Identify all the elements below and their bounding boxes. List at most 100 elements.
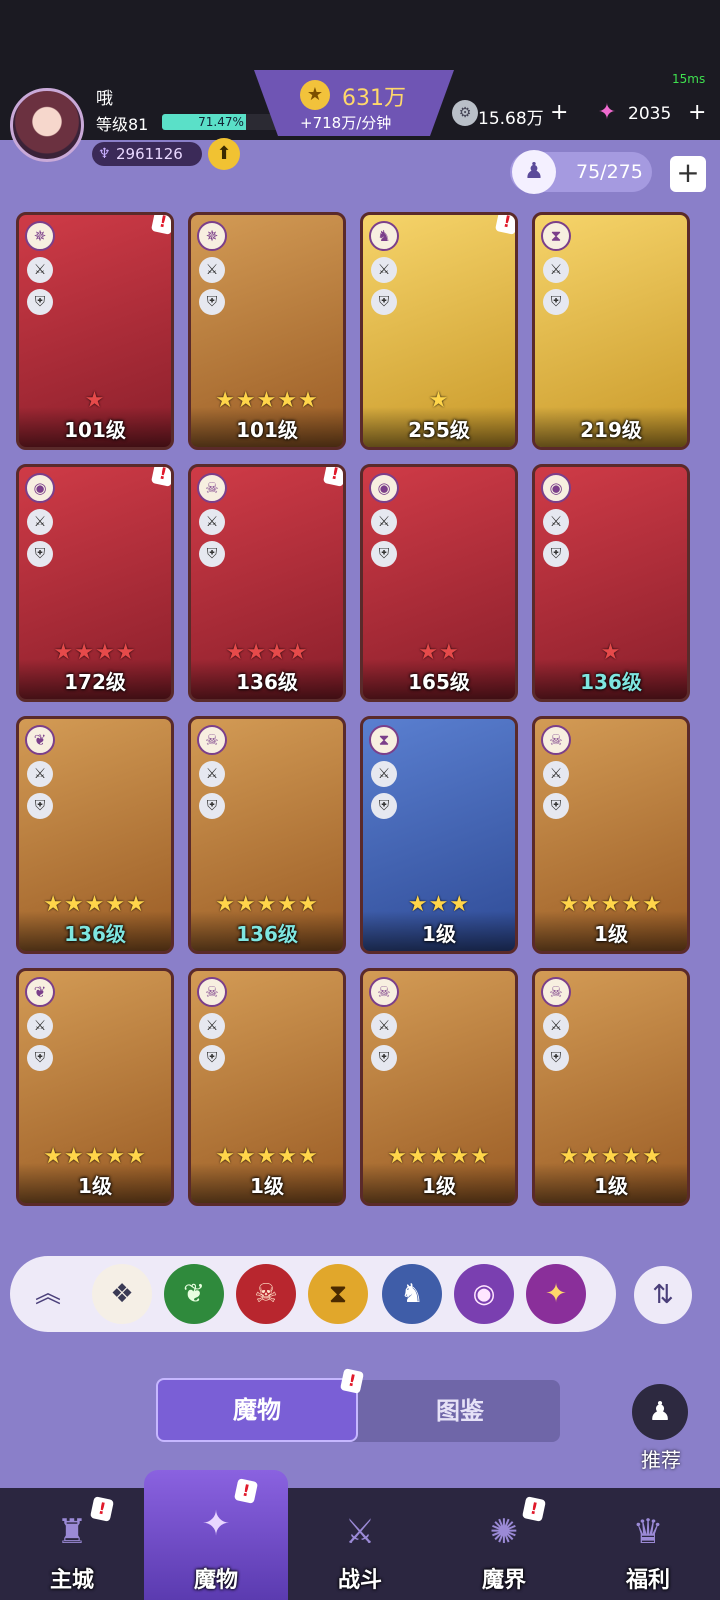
nav-demon-realm[interactable]: ✺ 魔界! — [432, 1488, 576, 1600]
exp-percent: 71.47% — [198, 115, 244, 129]
tab-monsters[interactable]: 魔物 — [156, 1378, 358, 1442]
level-up-button[interactable]: ⬆ — [208, 138, 240, 170]
sword-icon: ⚔ — [199, 257, 225, 283]
avatar[interactable] — [10, 88, 84, 162]
gem-icon: ✦ — [597, 100, 617, 125]
collapse-button[interactable]: ︽ — [18, 1264, 78, 1324]
nav-welfare[interactable]: ♛ 福利 — [576, 1488, 720, 1600]
capacity-add-button[interactable]: + — [670, 156, 706, 192]
gold-rate: +718万/分钟 — [300, 114, 392, 132]
star-filter-icon[interactable]: ✦ — [526, 1264, 586, 1324]
monster-card[interactable]: ☠ ⚔ ⛨ ★★★★ 136级! — [188, 464, 346, 702]
recommend-label: 推荐 — [641, 1448, 681, 1472]
sword-icon: ⚔ — [543, 1013, 569, 1039]
monster-level: 172级 — [64, 670, 126, 694]
alert-badge: ! — [150, 467, 171, 487]
shield-icon: ⛨ — [27, 793, 53, 819]
faction-icon: ☠ — [369, 977, 399, 1007]
faction-icon: ♞ — [369, 221, 399, 251]
faction-icon: ☠ — [197, 977, 227, 1007]
star-rating: ★★★★★ — [215, 892, 319, 917]
shield-icon: ⛨ — [543, 289, 569, 315]
demon-filter-icon[interactable]: ☠ — [236, 1264, 296, 1324]
nav-monsters[interactable]: ✦ 魔物! — [144, 1470, 288, 1600]
nature-filter-icon[interactable]: ❦ — [164, 1264, 224, 1324]
star-rating: ★★★★★ — [387, 1144, 491, 1169]
sword-icon: ⚔ — [27, 761, 53, 787]
currency2-add-button[interactable]: + — [688, 100, 706, 125]
shield-icon: ⛨ — [371, 793, 397, 819]
monster-level: 101级 — [64, 418, 126, 442]
nav-label: 魔物 — [193, 1568, 238, 1593]
monster-card[interactable]: ✵ ⚔ ⛨ ★★★★★ 101级 — [188, 212, 346, 450]
shield-icon: ⛨ — [199, 793, 225, 819]
monsters-icon: ✦ — [201, 1504, 231, 1544]
nav-label: 主城 — [49, 1568, 94, 1593]
currency1-add-button[interactable]: + — [550, 100, 568, 125]
faction-icon: ❦ — [25, 977, 55, 1007]
monster-card[interactable]: ◉ ⚔ ⛨ ★★★★ 172级! — [16, 464, 174, 702]
shield-icon: ⛨ — [27, 1045, 53, 1071]
shield-icon: ⛨ — [371, 541, 397, 567]
monster-card[interactable]: ♞ ⚔ ⛨ ★ 255级! — [360, 212, 518, 450]
nav-main-city[interactable]: ♜ 主城! — [0, 1488, 144, 1600]
faction-icon: ☠ — [197, 473, 227, 503]
player-level: 等级81 — [96, 115, 149, 134]
shield-icon: ⛨ — [543, 1045, 569, 1071]
monster-card[interactable]: ⧗ ⚔ ⛨ 219级 — [532, 212, 690, 450]
faction-icon: ❦ — [25, 725, 55, 755]
star-rating: ★★★★★ — [215, 388, 319, 413]
all-filter-icon[interactable]: ❖ — [92, 1264, 152, 1324]
faction-icon: ◉ — [369, 473, 399, 503]
monster-card[interactable]: ◉ ⚔ ⛨ ★ 136级 — [532, 464, 690, 702]
monster-level: 1级 — [594, 922, 628, 946]
alert-badge: ! — [322, 467, 343, 487]
monster-card[interactable]: ☠ ⚔ ⛨ ★★★★★ 1级 — [360, 968, 518, 1206]
monster-level: 1级 — [422, 922, 456, 946]
tab-codex[interactable]: 图鉴 — [360, 1380, 560, 1442]
shield-icon: ⛨ — [199, 1045, 225, 1071]
monster-card[interactable]: ❦ ⚔ ⛨ ★★★★★ 1级 — [16, 968, 174, 1206]
monster-card[interactable]: ⧗ ⚔ ⛨ ★★★ 1级 — [360, 716, 518, 954]
recommend-icon[interactable]: ♟ — [632, 1384, 688, 1440]
monster-level: 1级 — [250, 1174, 284, 1198]
shield-icon: ⛨ — [543, 541, 569, 567]
faction-icon: ◉ — [541, 473, 571, 503]
monster-card[interactable]: ☠ ⚔ ⛨ ★★★★★ 136级 — [188, 716, 346, 954]
alert-badge: ! — [89, 1496, 115, 1522]
shield-icon: ⛨ — [27, 289, 53, 315]
faction-icon: ☠ — [541, 725, 571, 755]
shield-icon: ⛨ — [199, 541, 225, 567]
monster-card[interactable]: ☠ ⚔ ⛨ ★★★★★ 1级 — [188, 968, 346, 1206]
sword-icon: ⚔ — [27, 1013, 53, 1039]
sword-icon: ⚔ — [543, 761, 569, 787]
monster-level: 136级 — [64, 922, 126, 946]
sort-button[interactable]: ⇅ — [634, 1266, 692, 1324]
star-rating: ★★★★★ — [215, 1144, 319, 1169]
monster-level: 1级 — [78, 1174, 112, 1198]
faction-icon: ☠ — [197, 725, 227, 755]
sword-icon: ⚔ — [27, 509, 53, 535]
monster-card[interactable]: ◉ ⚔ ⛨ ★★ 165级 — [360, 464, 518, 702]
sword-icon: ⚔ — [371, 509, 397, 535]
monster-card[interactable]: ✵ ⚔ ⛨ ★ 101级! — [16, 212, 174, 450]
sword-icon: ⚔ — [543, 257, 569, 283]
nav-label: 战斗 — [337, 1568, 382, 1593]
faction-icon: ◉ — [25, 473, 55, 503]
beast-filter-icon[interactable]: ♞ — [382, 1264, 442, 1324]
power-icon: ♆ — [98, 146, 111, 162]
time-filter-icon[interactable]: ⧗ — [308, 1264, 368, 1324]
star-rating: ★ — [428, 388, 450, 413]
monster-card[interactable]: ☠ ⚔ ⛨ ★★★★★ 1级 — [532, 968, 690, 1206]
star-rating: ★★★ — [407, 892, 471, 917]
monster-capacity-icon: ♟ — [512, 150, 556, 194]
monster-card[interactable]: ❦ ⚔ ⛨ ★★★★★ 136级 — [16, 716, 174, 954]
eye-filter-icon[interactable]: ◉ — [454, 1264, 514, 1324]
faction-icon: ⧗ — [369, 725, 399, 755]
nav-battle[interactable]: ⚔ 战斗 — [288, 1488, 432, 1600]
sword-icon: ⚔ — [371, 761, 397, 787]
shield-icon: ⛨ — [199, 289, 225, 315]
faction-icon: ☠ — [541, 977, 571, 1007]
monster-card[interactable]: ☠ ⚔ ⛨ ★★★★★ 1级 — [532, 716, 690, 954]
monster-level: 1级 — [594, 1174, 628, 1198]
